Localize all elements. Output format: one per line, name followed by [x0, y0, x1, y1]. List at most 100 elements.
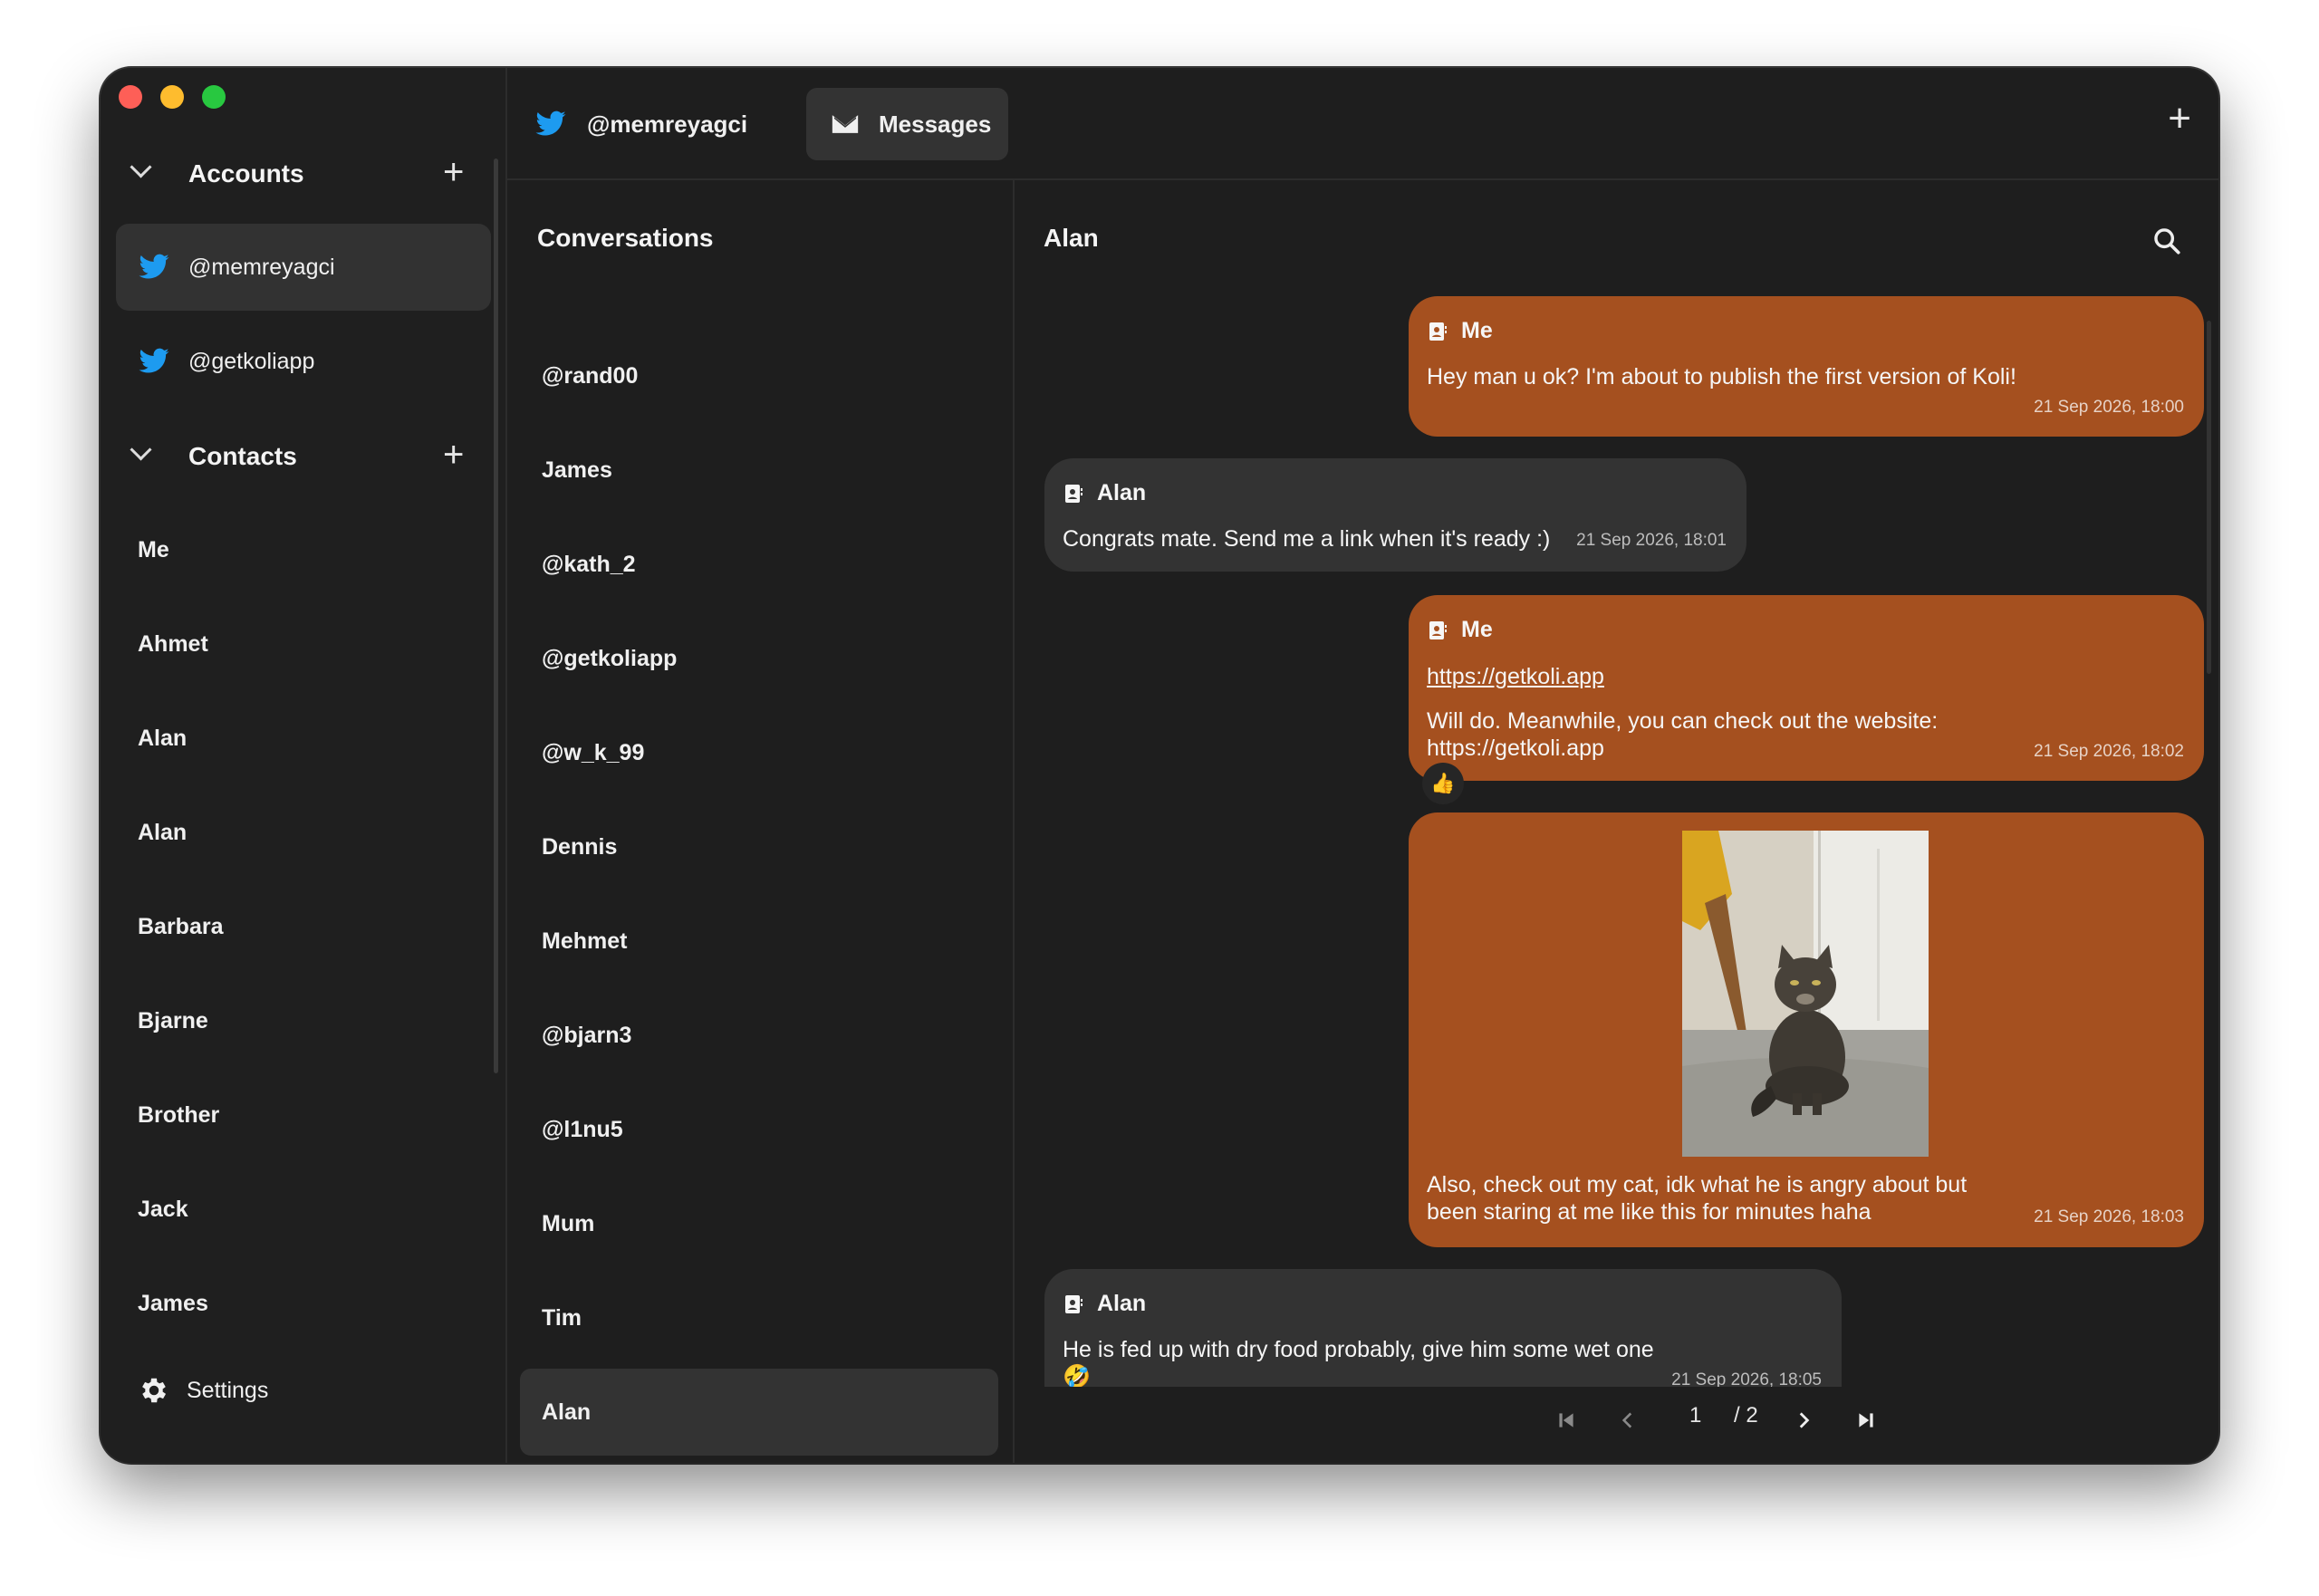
- sidebar-item-account[interactable]: @memreyagci: [116, 224, 491, 311]
- contact-card-icon: [1429, 620, 1447, 639]
- message-timestamp: 21 Sep 2026, 18:00: [2034, 398, 2184, 417]
- message-bubble-me: Also, check out my cat, idk what he is a…: [1409, 812, 2204, 1247]
- message-link[interactable]: https://getkoli.app: [1427, 664, 1604, 690]
- thumbs-up-reaction[interactable]: 👍: [1422, 763, 1464, 804]
- conversation-name: @getkoliapp: [542, 645, 678, 671]
- first-page-icon[interactable]: [1554, 1409, 1578, 1432]
- conversation-item[interactable]: @bjarn3: [520, 992, 998, 1079]
- message-sender: Alan: [1063, 480, 1146, 506]
- settings-label: Settings: [187, 1377, 269, 1403]
- message-text: Also, check out my cat, idk what he is a…: [1427, 1172, 1968, 1225]
- message-text: Will do. Meanwhile, you can check out th…: [1427, 708, 1939, 761]
- sidebar-item-contact[interactable]: James: [138, 1291, 208, 1317]
- add-account-button[interactable]: +: [443, 154, 464, 190]
- sidebar-item-contact[interactable]: Bjarne: [138, 1008, 208, 1034]
- sidebar-item-account[interactable]: @getkoliapp: [116, 318, 491, 405]
- accounts-title: Accounts: [188, 159, 304, 187]
- message-text: He is fed up with dry food probably, giv…: [1063, 1337, 1654, 1387]
- conversation-item[interactable]: @w_k_99: [520, 709, 998, 796]
- envelope-icon: [832, 115, 859, 133]
- chevron-down-icon[interactable]: [130, 438, 152, 461]
- sender-name: Alan: [1097, 1291, 1147, 1316]
- message-text: Hey man u ok? I'm about to publish the f…: [1427, 364, 2016, 389]
- conversation-item-active[interactable]: Alan: [520, 1369, 998, 1456]
- new-tab-button[interactable]: +: [2168, 99, 2191, 139]
- tab-account-label: @memreyagci: [587, 110, 748, 138]
- contact-card-icon: [1065, 484, 1083, 503]
- tab-messages-label: Messages: [879, 110, 992, 138]
- account-handle: @getkoliapp: [188, 348, 315, 374]
- sidebar-item-contact[interactable]: Brother: [138, 1102, 219, 1129]
- conversation-item[interactable]: Mehmet: [520, 898, 998, 985]
- twitter-icon: [139, 348, 169, 373]
- chevron-right-icon[interactable]: [1792, 1409, 1815, 1432]
- sender-name: Me: [1461, 318, 1493, 343]
- chevron-down-icon[interactable]: [130, 156, 152, 178]
- minimize-window-button[interactable]: [160, 85, 184, 109]
- twitter-icon: [535, 111, 566, 136]
- contact-card-icon: [1065, 1294, 1083, 1313]
- conversation-name: @w_k_99: [542, 739, 645, 765]
- account-handle: @memreyagci: [188, 254, 335, 280]
- add-contact-button[interactable]: +: [443, 437, 464, 473]
- gear-icon: [142, 1378, 167, 1403]
- message-list: Me Hey man u ok? I'm about to publish th…: [1015, 293, 2218, 1387]
- sidebar-item-contact[interactable]: Alan: [138, 820, 187, 846]
- accounts-section-header[interactable]: Accounts +: [101, 138, 481, 210]
- sidebar-item-contact[interactable]: Me: [138, 537, 169, 563]
- message-bubble-them: Alan Congrats mate. Send me a link when …: [1044, 458, 1746, 572]
- message-bubble-me: Me Hey man u ok? I'm about to publish th…: [1409, 296, 2204, 437]
- chat-panel: Alan Me Hey man u ok? I'm about to publi…: [1015, 180, 2218, 1463]
- tab-account[interactable]: @memreyagci: [534, 88, 765, 160]
- message-timestamp: 21 Sep 2026, 18:01: [1576, 531, 1727, 550]
- sender-name: Me: [1461, 617, 1493, 642]
- chevron-left-icon[interactable]: [1616, 1409, 1640, 1432]
- window-controls: [119, 85, 226, 109]
- conversation-name: Mehmet: [542, 928, 628, 954]
- message-bubble-me: Me https://getkoli.app Will do. Meanwhil…: [1409, 595, 2204, 781]
- conversation-item[interactable]: James: [520, 427, 998, 514]
- tab-messages[interactable]: Messages: [806, 88, 1008, 160]
- conversation-name: @l1nu5: [542, 1116, 623, 1142]
- last-page-icon[interactable]: [1854, 1409, 1878, 1432]
- cat-photo[interactable]: [1682, 831, 1929, 1157]
- contacts-section-header[interactable]: Contacts +: [101, 420, 481, 493]
- conversation-item[interactable]: Tim: [520, 1274, 998, 1361]
- search-icon[interactable]: [2151, 226, 2182, 256]
- message-sender: Alan: [1063, 1291, 1146, 1317]
- message-sender: Me: [1427, 318, 1493, 344]
- conversation-item[interactable]: @l1nu5: [520, 1086, 998, 1173]
- conversation-name: Dennis: [542, 833, 618, 860]
- sidebar-item-contact[interactable]: Jack: [138, 1197, 188, 1223]
- conversation-item[interactable]: @kath_2: [520, 521, 998, 608]
- conversation-item[interactable]: @getkoliapp: [520, 615, 998, 702]
- total-pages: / 2: [1734, 1403, 1758, 1428]
- conversation-item[interactable]: Mum: [520, 1180, 998, 1267]
- sender-name: Alan: [1097, 480, 1147, 505]
- conversation-name: Alan: [542, 1399, 592, 1425]
- settings-button[interactable]: Settings: [138, 1374, 268, 1407]
- app-window: Accounts + @memreyagci @getkoliapp Conta…: [101, 68, 2218, 1463]
- conversations-panel: Conversations @rand00 James @kath_2 @get…: [507, 180, 1015, 1463]
- chat-title: Alan: [1044, 224, 1099, 252]
- message-bubble-them: Alan He is fed up with dry food probably…: [1044, 1269, 1842, 1387]
- conversation-name: Mum: [542, 1210, 595, 1236]
- conversation-name: James: [542, 457, 612, 483]
- sidebar-item-contact[interactable]: Barbara: [138, 914, 224, 940]
- maximize-window-button[interactable]: [202, 85, 226, 109]
- twitter-icon: [139, 254, 169, 279]
- sidebar-item-contact[interactable]: Ahmet: [138, 631, 208, 658]
- conversation-item[interactable]: @rand00: [520, 332, 998, 419]
- conversation-item[interactable]: Dennis: [520, 803, 998, 890]
- close-window-button[interactable]: [119, 85, 142, 109]
- conversation-name: @kath_2: [542, 551, 636, 577]
- contacts-title: Contacts: [188, 442, 297, 470]
- sidebar-scrollbar[interactable]: [494, 159, 498, 1073]
- conversation-name: @rand00: [542, 362, 639, 389]
- conversations-title: Conversations: [537, 224, 714, 252]
- sidebar-item-contact[interactable]: Alan: [138, 726, 187, 752]
- current-page: 1: [1689, 1403, 1702, 1428]
- message-timestamp: 21 Sep 2026, 18:02: [2034, 742, 2184, 761]
- message-text: Congrats mate. Send me a link when it's …: [1063, 526, 1551, 552]
- conversation-name: @bjarn3: [542, 1022, 632, 1048]
